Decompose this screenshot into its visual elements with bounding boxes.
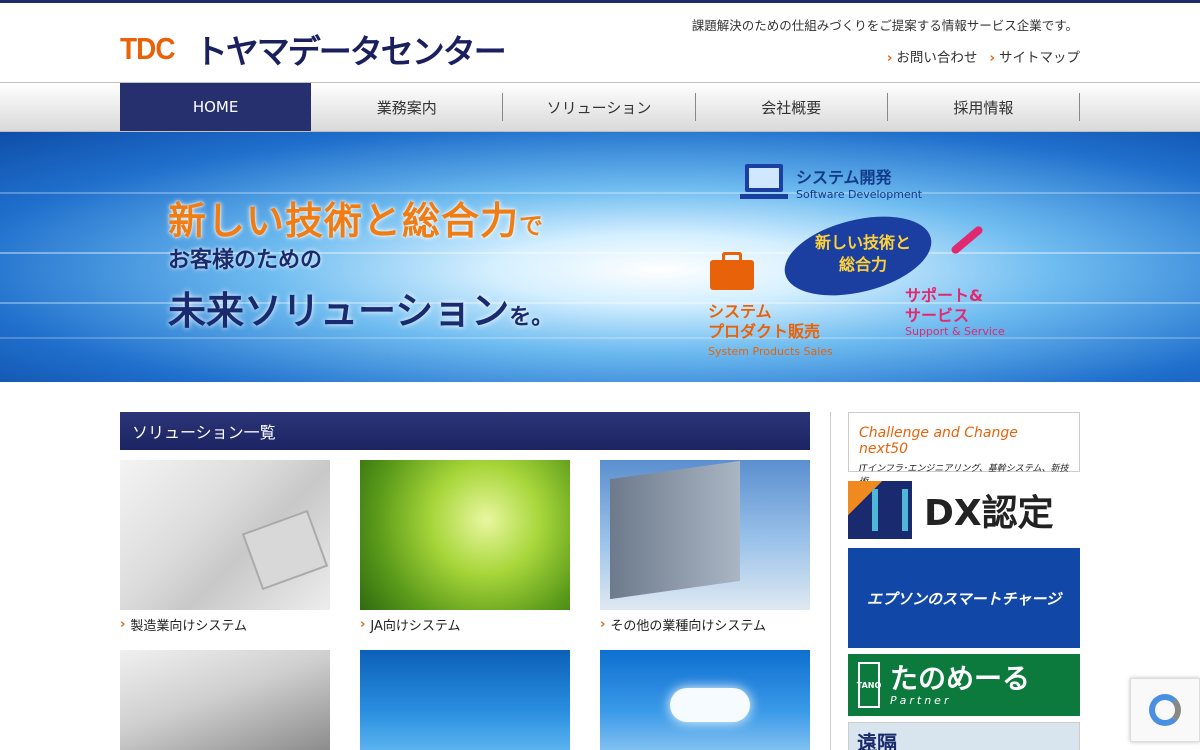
center-label: 新しい技術と 総合力 (808, 232, 918, 276)
sidebar: Challenge and Change next50 ITインフラ･エンジニア… (848, 412, 1080, 750)
card-label-text[interactable]: 製造業向けシステム (130, 615, 247, 634)
dx-logo-icon (848, 481, 912, 539)
remote-banner[interactable]: 遠隔 (848, 722, 1080, 750)
hero-banner: 新しい技術と総合力で お客様のための 未来ソリューションを。 システム開発 So… (0, 132, 1200, 382)
hero-headline-3a: 未来ソリューション (168, 289, 510, 333)
card-network[interactable] (360, 650, 570, 750)
card-laptop[interactable] (120, 650, 330, 750)
hero-headline-1: 新しい技術と総合力で (168, 190, 544, 245)
solution-cards: › 製造業向けシステム › JA向けシステム › その他の業種向けシステム (120, 460, 810, 750)
section-title: ソリューション一覧 (120, 412, 810, 450)
network-image[interactable] (360, 650, 570, 750)
laptop-icon (745, 164, 783, 192)
center-label-1: 新しい技術と (814, 233, 911, 252)
epson-banner[interactable]: エプソンのスマートチャージ (848, 548, 1080, 648)
cloud-graphic (670, 688, 750, 722)
dx-label: DX認定 (924, 493, 1054, 534)
header-links: › お問い合わせ › サイトマップ (887, 46, 1080, 66)
tano-sub: Partner (890, 693, 952, 707)
sitemap-link-label[interactable]: サイトマップ (999, 50, 1080, 66)
rice-field-image[interactable] (360, 460, 570, 610)
nav-item-recruit[interactable]: 採用情報 (888, 93, 1081, 121)
card-label[interactable]: › 製造業向けシステム (120, 615, 330, 634)
main-content: ソリューション一覧 › 製造業向けシステム › JA向けシステム › その他の業種向け… (120, 412, 1080, 750)
center-label-2: 総合力 (838, 255, 887, 274)
card-cloud[interactable] (600, 650, 810, 750)
hero-headline-1b: で (519, 212, 545, 240)
recaptcha-icon (1149, 694, 1181, 726)
chevron-right-icon: › (360, 617, 366, 632)
briefcase-icon (710, 260, 754, 290)
tano-mark-icon: TANO (857, 662, 881, 708)
site-header: TDC トヤマデータセンター 課題解決のための仕組みづくりをご提案する情報サービ… (0, 3, 1200, 82)
card-manufacturing[interactable]: › 製造業向けシステム (120, 460, 330, 634)
truck-image[interactable] (600, 460, 810, 610)
chevron-right-icon: › (886, 50, 893, 66)
remote-label: 遠隔 (857, 731, 897, 750)
chevron-right-icon: › (120, 617, 126, 632)
dx-banner[interactable]: DX認定 (848, 478, 1080, 542)
system-dev-label-en: Software Development (796, 188, 923, 201)
card-ja[interactable]: › JA向けシステム (360, 460, 570, 634)
cloud-image[interactable] (600, 650, 810, 750)
card-label-text[interactable]: その他の業種向けシステム (610, 615, 766, 634)
epson-label: エプソンのスマートチャージ (866, 589, 1062, 608)
card-label[interactable]: › JA向けシステム (360, 615, 570, 634)
tagline: 課題解決のための仕組みづくりをご提案する情報サービス企業です。 (691, 18, 1078, 33)
laptop-image[interactable] (120, 650, 330, 750)
hero-headline-2: お客様のための (168, 248, 323, 273)
calculator-graphic (241, 509, 329, 591)
nav-item-services[interactable]: 業務案内 (311, 93, 504, 121)
card-label-text[interactable]: JA向けシステム (370, 615, 460, 634)
logo-name: トヤマデータセンター (194, 32, 507, 71)
card-label[interactable]: › その他の業種向けシステム (600, 615, 810, 634)
nav-item-home[interactable]: HOME (120, 83, 312, 131)
chevron-right-icon: › (989, 50, 995, 66)
truck-graphic (610, 460, 740, 600)
tano-label: たのめーる (890, 661, 1031, 695)
chevron-right-icon: › (600, 617, 606, 632)
challenge-title: Challenge and Change next50 (859, 425, 1018, 457)
hero-headline-3b: を。 (509, 305, 554, 330)
hero-headline-1a: 新しい技術と総合力 (168, 199, 520, 243)
challenge-banner[interactable]: Challenge and Change next50 ITインフラ･エンジニア… (848, 412, 1080, 487)
contact-link-label[interactable]: お問い合わせ (896, 50, 977, 66)
main-nav: HOME 業務案内 ソリューション 会社概要 採用情報 (0, 82, 1200, 132)
nav-item-company[interactable]: 会社概要 (696, 93, 888, 121)
sitemap-link[interactable]: › サイトマップ (989, 46, 1080, 66)
card-other[interactable]: › その他の業種向けシステム (600, 460, 810, 634)
logo-mark: TDC (120, 31, 176, 66)
light-streak (0, 337, 1200, 339)
laptop-base-icon (740, 194, 788, 199)
system-dev-label: システム開発 (796, 168, 892, 187)
products-label-en: System Products Sales (708, 345, 833, 358)
contact-link[interactable]: › お問い合わせ (887, 46, 978, 66)
column-divider (830, 412, 831, 750)
recaptcha-badge[interactable] (1130, 678, 1200, 742)
support-label-en: Support & Service (905, 325, 1005, 338)
support-label-2: サービス (905, 306, 970, 325)
nav-item-solutions[interactable]: ソリューション (503, 93, 696, 121)
site-logo[interactable]: TDC トヤマデータセンター (120, 25, 507, 73)
tanomeru-banner[interactable]: TANO たのめーる Partner (848, 654, 1080, 716)
wrench-icon (949, 224, 985, 256)
manufacturing-image[interactable] (120, 460, 330, 610)
products-label-2: プロダクト販売 (708, 322, 821, 341)
hero-headline-3: 未来ソリューションを。 (168, 280, 553, 335)
